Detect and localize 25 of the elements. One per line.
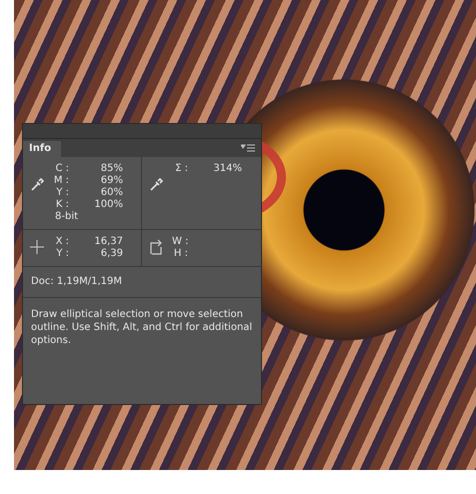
readout-label: M : [53, 175, 70, 187]
readout-label: W : [172, 236, 190, 248]
readout-label: Σ : [174, 163, 189, 176]
bit-depth-label: 8-bit [54, 211, 80, 223]
readout-value: 100% [93, 199, 123, 211]
eyedropper-icon[interactable] [29, 177, 45, 193]
document-size-text: Doc: 1,19M/1,19M [23, 267, 261, 298]
readout-label: Y : [55, 248, 70, 260]
readout-value: 85% [100, 163, 123, 175]
readout-value: 314% [212, 163, 242, 176]
readout-value: 6,39 [100, 248, 123, 260]
readout-value: 69% [100, 175, 123, 187]
readout-value: 16,37 [93, 236, 123, 248]
readout-label: C : [54, 163, 70, 175]
eyedropper-icon[interactable] [148, 177, 164, 193]
readout-value: 60% [100, 187, 123, 199]
panel-tab[interactable]: Info [23, 141, 62, 157]
readout-label: H : [172, 248, 189, 260]
panel-menu-icon[interactable] [241, 144, 255, 152]
readout-label: K : [54, 199, 70, 211]
tool-hint-text: Draw elliptical selection or move selection outline. Use Shift, Alt, and Ctrl for additional options. [30, 308, 254, 348]
selection-size-icon [148, 239, 164, 255]
readout-label: Y : [55, 187, 70, 199]
readout-label: X : [54, 236, 70, 248]
crosshair-icon [29, 239, 45, 255]
